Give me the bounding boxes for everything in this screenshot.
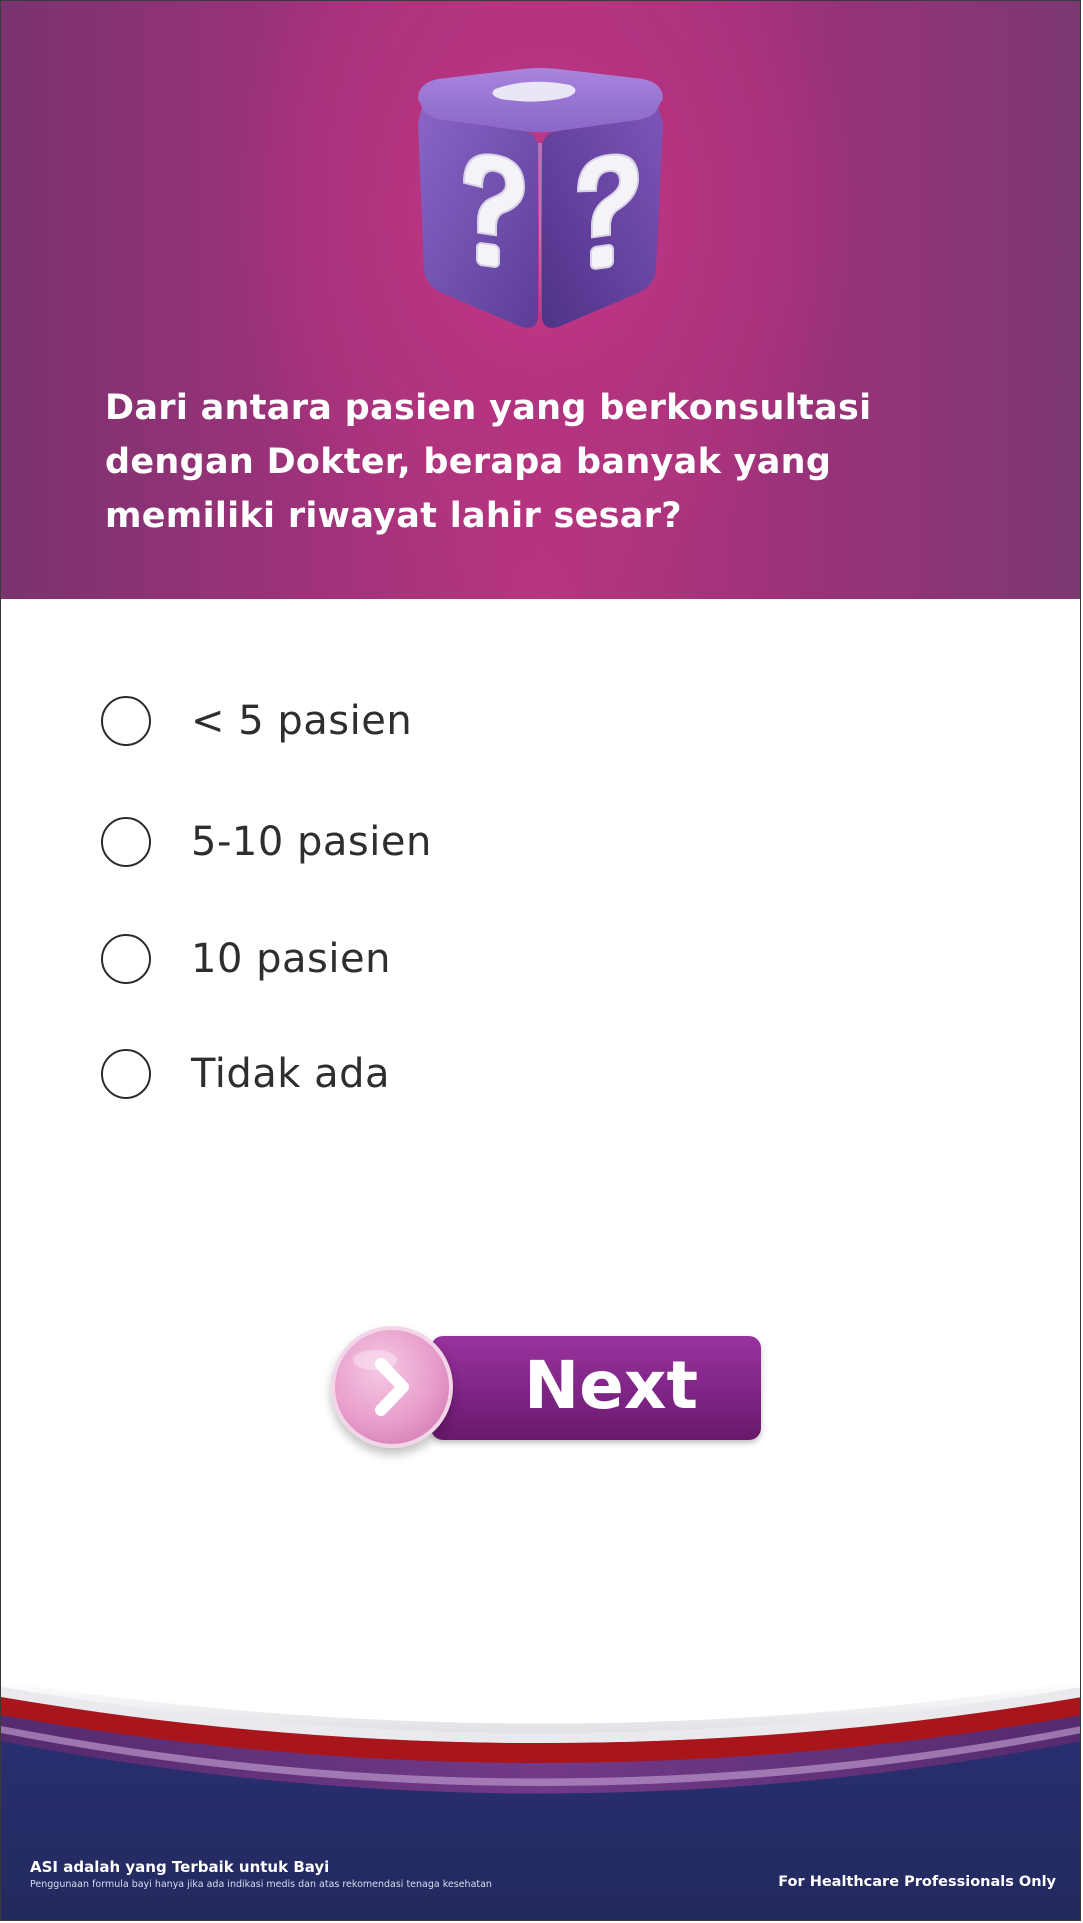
option-label: 10 pasien xyxy=(191,936,391,982)
option-label: 5-10 pasien xyxy=(191,819,432,865)
option-less-than-5[interactable]: < 5 pasien xyxy=(101,691,801,751)
radio-button[interactable] xyxy=(101,1049,151,1099)
question-mark-cube-icon xyxy=(398,65,683,340)
question-text: Dari antara pasien yang berkonsultasi de… xyxy=(105,388,872,536)
next-button-circle[interactable] xyxy=(331,1326,453,1448)
radio-button[interactable] xyxy=(101,817,151,867)
chevron-right-icon xyxy=(353,1350,409,1416)
question-header: Dari antara pasien yang berkonsultasi de… xyxy=(1,1,1080,599)
radio-button[interactable] xyxy=(101,934,151,984)
option-label: < 5 pasien xyxy=(191,698,413,744)
option-label: Tidak ada xyxy=(191,1051,391,1097)
next-button[interactable]: Next xyxy=(331,1326,766,1456)
option-5-10[interactable]: 5-10 pasien xyxy=(101,812,801,872)
footer-tagline: ASI adalah yang Terbaik untuk Bayi xyxy=(30,1858,330,1876)
footer-disclaimer: Penggunaan formula bayi hanya jika ada i… xyxy=(30,1879,492,1890)
radio-button[interactable] xyxy=(101,696,151,746)
footer: ASI adalah yang Terbaik untuk Bayi Pengg… xyxy=(1,1671,1080,1920)
quiz-screen: Dari antara pasien yang berkonsultasi de… xyxy=(0,0,1081,1921)
option-10[interactable]: 10 pasien xyxy=(101,929,801,989)
next-button-label[interactable]: Next xyxy=(431,1336,771,1440)
option-none[interactable]: Tidak ada xyxy=(101,1044,801,1104)
footer-audience: For Healthcare Professionals Only xyxy=(778,1874,1056,1890)
